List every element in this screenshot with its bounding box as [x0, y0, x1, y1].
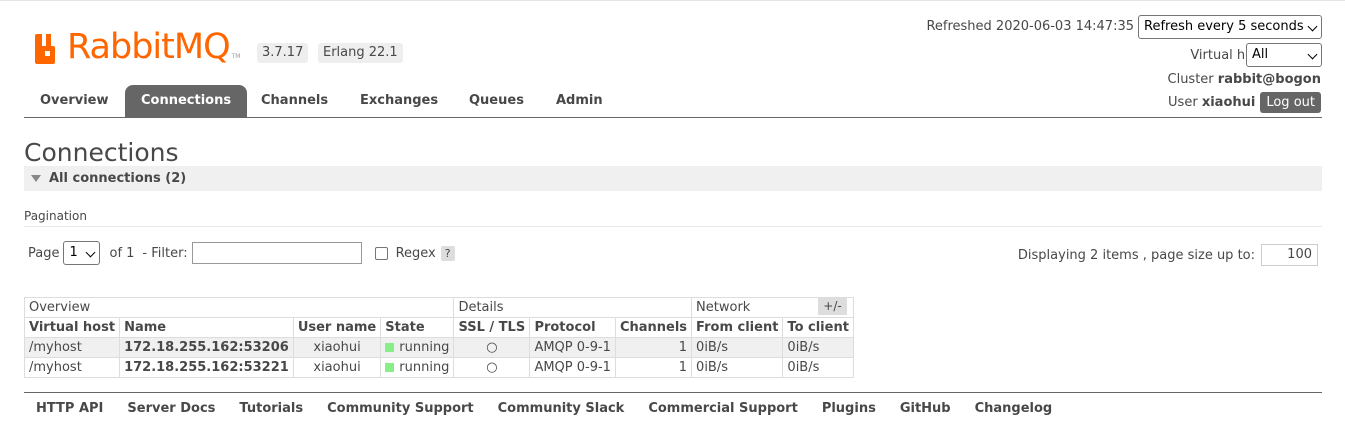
- top-border: [0, 0, 1345, 1]
- cell-channels: 1: [614, 337, 693, 358]
- regex-checkbox[interactable]: [374, 246, 388, 260]
- tab-channels[interactable]: Channels: [245, 85, 344, 117]
- footer-link-http-api[interactable]: HTTP API: [36, 401, 103, 416]
- filter-input[interactable]: [191, 242, 362, 264]
- refreshed-timestamp: Refreshed 2020-06-03 14:47:35: [926, 19, 1134, 34]
- cell-channels: 1: [614, 357, 693, 378]
- cell-protocol: AMQP 0-9-1: [529, 357, 616, 378]
- cell-from-client: 0iB/s: [691, 337, 784, 358]
- col-state[interactable]: State: [380, 317, 455, 338]
- main-nav: Overview Connections Channels Exchanges …: [24, 85, 1322, 118]
- col-user-name[interactable]: User name: [292, 317, 382, 338]
- regex-label: Regex: [395, 245, 436, 261]
- col-ssl-tls[interactable]: SSL / TLS: [453, 317, 531, 338]
- cell-user: xiaohui: [292, 337, 382, 358]
- col-from-client[interactable]: From client: [691, 317, 784, 338]
- connection-link[interactable]: 172.18.255.162:53206: [119, 337, 294, 358]
- refresh-interval-select[interactable]: Refresh every 5 seconds: [1138, 15, 1322, 39]
- virtual-host-select[interactable]: All: [1246, 43, 1322, 67]
- tab-exchanges[interactable]: Exchanges: [344, 85, 454, 117]
- state-label: running: [399, 360, 450, 375]
- column-header-row: Virtual host Name User name State SSL / …: [23, 317, 854, 338]
- col-virtual-host[interactable]: Virtual host: [23, 317, 121, 338]
- footer-link-changelog[interactable]: Changelog: [975, 401, 1053, 416]
- col-channels[interactable]: Channels: [614, 317, 693, 338]
- page-label: Page: [28, 245, 60, 261]
- pagination-heading: Pagination: [24, 209, 87, 223]
- page-select-value: 1: [63, 241, 101, 265]
- column-toggle-button[interactable]: +/-: [818, 298, 847, 315]
- footer-link-github[interactable]: GitHub: [900, 401, 951, 416]
- footer-link-tutorials[interactable]: Tutorials: [239, 401, 303, 416]
- footer-link-community-slack[interactable]: Community Slack: [498, 401, 625, 416]
- footer-links: HTTP API Server Docs Tutorials Community…: [36, 401, 1076, 416]
- brand-name: RabbitMQ: [67, 27, 231, 67]
- page-count: of 1: [109, 245, 135, 261]
- refresh-interval-value: Refresh every 5 seconds: [1138, 15, 1322, 39]
- collapse-triangle-icon: [31, 175, 41, 182]
- col-protocol[interactable]: Protocol: [529, 317, 616, 338]
- page-title: Connections: [24, 138, 179, 167]
- cell-to-client: 0iB/s: [782, 337, 854, 358]
- cell-state: running: [380, 337, 455, 358]
- page-select[interactable]: 1: [63, 241, 101, 265]
- virtual-host-value: All: [1246, 43, 1322, 67]
- displaying-text: Displaying 2 items , page size up to:: [1017, 247, 1255, 263]
- page-size-control: Displaying 2 items , page size up to: 10…: [1018, 244, 1318, 266]
- cell-to-client: 0iB/s: [782, 357, 854, 378]
- footer-link-plugins[interactable]: Plugins: [822, 401, 876, 416]
- rabbitmq-logo[interactable]: RabbitMQ TM: [35, 26, 241, 67]
- connections-table: Overview Details Network Virtual host Na…: [23, 297, 854, 378]
- table-row[interactable]: /myhost 172.18.255.162:53206 xiaohui run…: [23, 337, 854, 358]
- rabbit-logo-icon: [35, 32, 65, 64]
- group-details: Details: [453, 297, 693, 318]
- pagination-controls: Page 1 of 1 - Filter: Regex ? Displaying…: [28, 241, 1318, 266]
- running-status-icon: [385, 363, 395, 372]
- erlang-badge: Erlang 22.1: [318, 43, 403, 63]
- footer-link-community-support[interactable]: Community Support: [327, 401, 474, 416]
- cell-protocol: AMQP 0-9-1: [529, 337, 616, 358]
- cell-vhost: /myhost: [23, 357, 121, 378]
- group-header-row: Overview Details Network: [23, 297, 854, 318]
- divider: [24, 226, 1322, 227]
- tab-overview[interactable]: Overview: [24, 85, 125, 117]
- version-badge: 3.7.17: [257, 43, 309, 63]
- table-row[interactable]: /myhost 172.18.255.162:53221 xiaohui run…: [23, 357, 854, 378]
- tab-queues[interactable]: Queues: [453, 85, 540, 117]
- running-status-icon: [385, 343, 395, 352]
- connection-link[interactable]: 172.18.255.162:53221: [119, 357, 294, 378]
- tab-connections[interactable]: Connections: [125, 85, 248, 117]
- footer-link-commercial-support[interactable]: Commercial Support: [648, 401, 798, 416]
- cell-ssl: ○: [453, 337, 531, 358]
- cell-vhost: /myhost: [23, 337, 121, 358]
- col-to-client[interactable]: To client: [782, 317, 854, 338]
- tab-admin[interactable]: Admin: [540, 85, 619, 117]
- regex-help-button[interactable]: ?: [440, 245, 455, 261]
- cell-ssl: ○: [453, 357, 531, 378]
- cell-user: xiaohui: [292, 357, 382, 378]
- footer-divider: [24, 392, 1322, 393]
- cell-from-client: 0iB/s: [691, 357, 784, 378]
- section-title: All connections (2): [49, 171, 187, 186]
- col-name[interactable]: Name: [119, 317, 294, 338]
- page-size-input[interactable]: 100: [1261, 244, 1318, 266]
- footer-link-server-docs[interactable]: Server Docs: [127, 401, 215, 416]
- cell-state: running: [380, 357, 455, 378]
- filter-label: - Filter:: [142, 245, 188, 261]
- all-connections-toggle[interactable]: All connections (2): [24, 166, 1322, 191]
- group-overview: Overview: [23, 297, 455, 318]
- state-label: running: [399, 340, 450, 355]
- trademark: TM: [231, 53, 241, 60]
